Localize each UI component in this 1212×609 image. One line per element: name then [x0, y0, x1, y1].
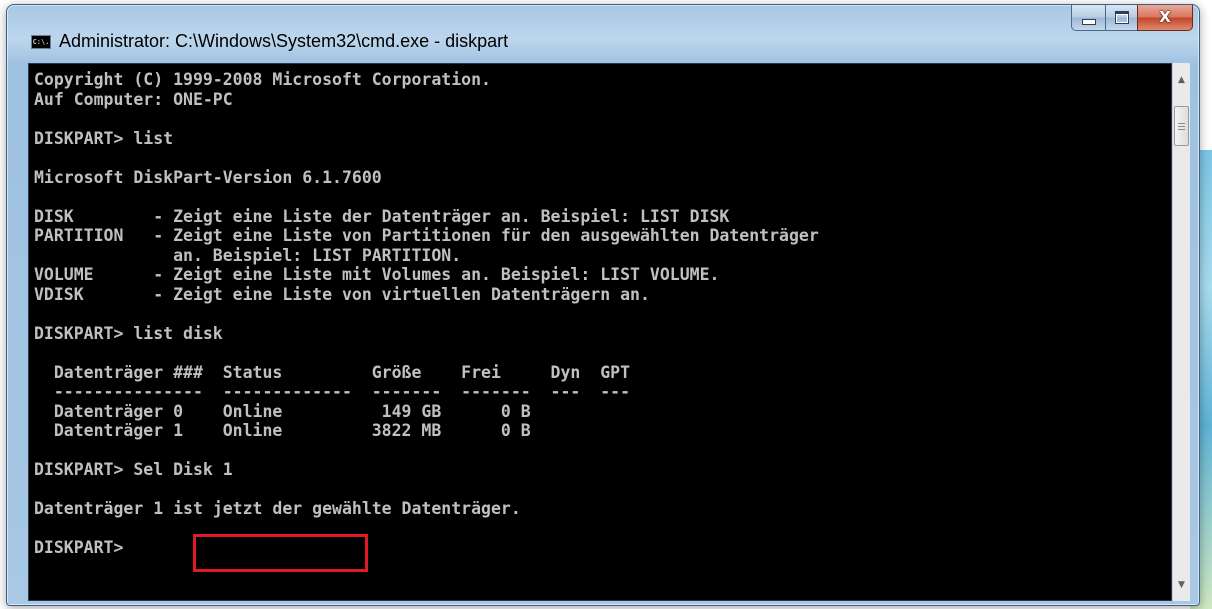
highlight-box: [193, 534, 368, 572]
minimize-icon: [1081, 18, 1096, 25]
grip-icon: [1178, 122, 1185, 130]
console-line: Datenträger 1 Online 3822 MB 0 B: [34, 421, 531, 440]
maximize-icon: [1114, 11, 1129, 24]
console-lines: Copyright (C) 1999-2008 Microsoft Corpor…: [34, 70, 1171, 558]
console-line: VDISK - Zeigt eine Liste von virtuellen …: [34, 284, 650, 304]
scrollbar-thumb[interactable]: [1174, 106, 1189, 146]
console-line: DISK - Zeigt eine Liste der Datenträger …: [34, 206, 730, 226]
console-line: Datenträger 1 ist jetzt der gewählte Dat…: [34, 499, 521, 518]
arrow-down-icon[interactable]: ▼: [1173, 576, 1190, 593]
caption-buttons: X: [1071, 5, 1193, 31]
console-line: DISKPART> list: [34, 128, 174, 148]
console-line: Microsoft DiskPart-Version 6.1.7600: [34, 167, 382, 187]
console-line: Auf Computer: ONE-PC: [34, 89, 233, 109]
cmd-window: C:\. Administrator: C:\Windows\System32\…: [6, 4, 1200, 606]
console-line: Copyright (C) 1999-2008 Microsoft Corpor…: [34, 70, 491, 89]
window-title: Administrator: C:\Windows\System32\cmd.e…: [59, 31, 509, 51]
vertical-scrollbar[interactable]: ▲ ▼: [1172, 63, 1190, 601]
console-line: PARTITION - Zeigt eine Liste von Partiti…: [34, 226, 819, 245]
console-line: VOLUME - Zeigt eine Liste mit Volumes an…: [34, 265, 720, 284]
icon-label: C:\.: [32, 37, 50, 46]
close-icon: X: [1159, 8, 1171, 26]
console-output[interactable]: Copyright (C) 1999-2008 Microsoft Corpor…: [28, 63, 1172, 601]
console-line: an. Beispiel: LIST PARTITION.: [34, 245, 462, 265]
close-button[interactable]: X: [1137, 5, 1193, 31]
console-line: DISKPART> Sel Disk 1: [34, 460, 233, 479]
minimize-button[interactable]: [1071, 5, 1105, 31]
title-bar[interactable]: C:\. Administrator: C:\Windows\System32\…: [7, 5, 1199, 63]
maximize-button[interactable]: [1105, 5, 1137, 31]
console-line: DISKPART> list disk: [34, 323, 223, 343]
console-line: Datenträger 0 Online 149 GB 0 B: [34, 401, 531, 421]
arrow-up-icon[interactable]: ▲: [1173, 71, 1190, 88]
cmd-console-icon[interactable]: C:\.: [31, 35, 51, 49]
console-line: --------------- ------------- ------- --…: [34, 382, 631, 401]
console-line: Datenträger ### Status Größe Frei Dyn GP…: [34, 362, 631, 382]
